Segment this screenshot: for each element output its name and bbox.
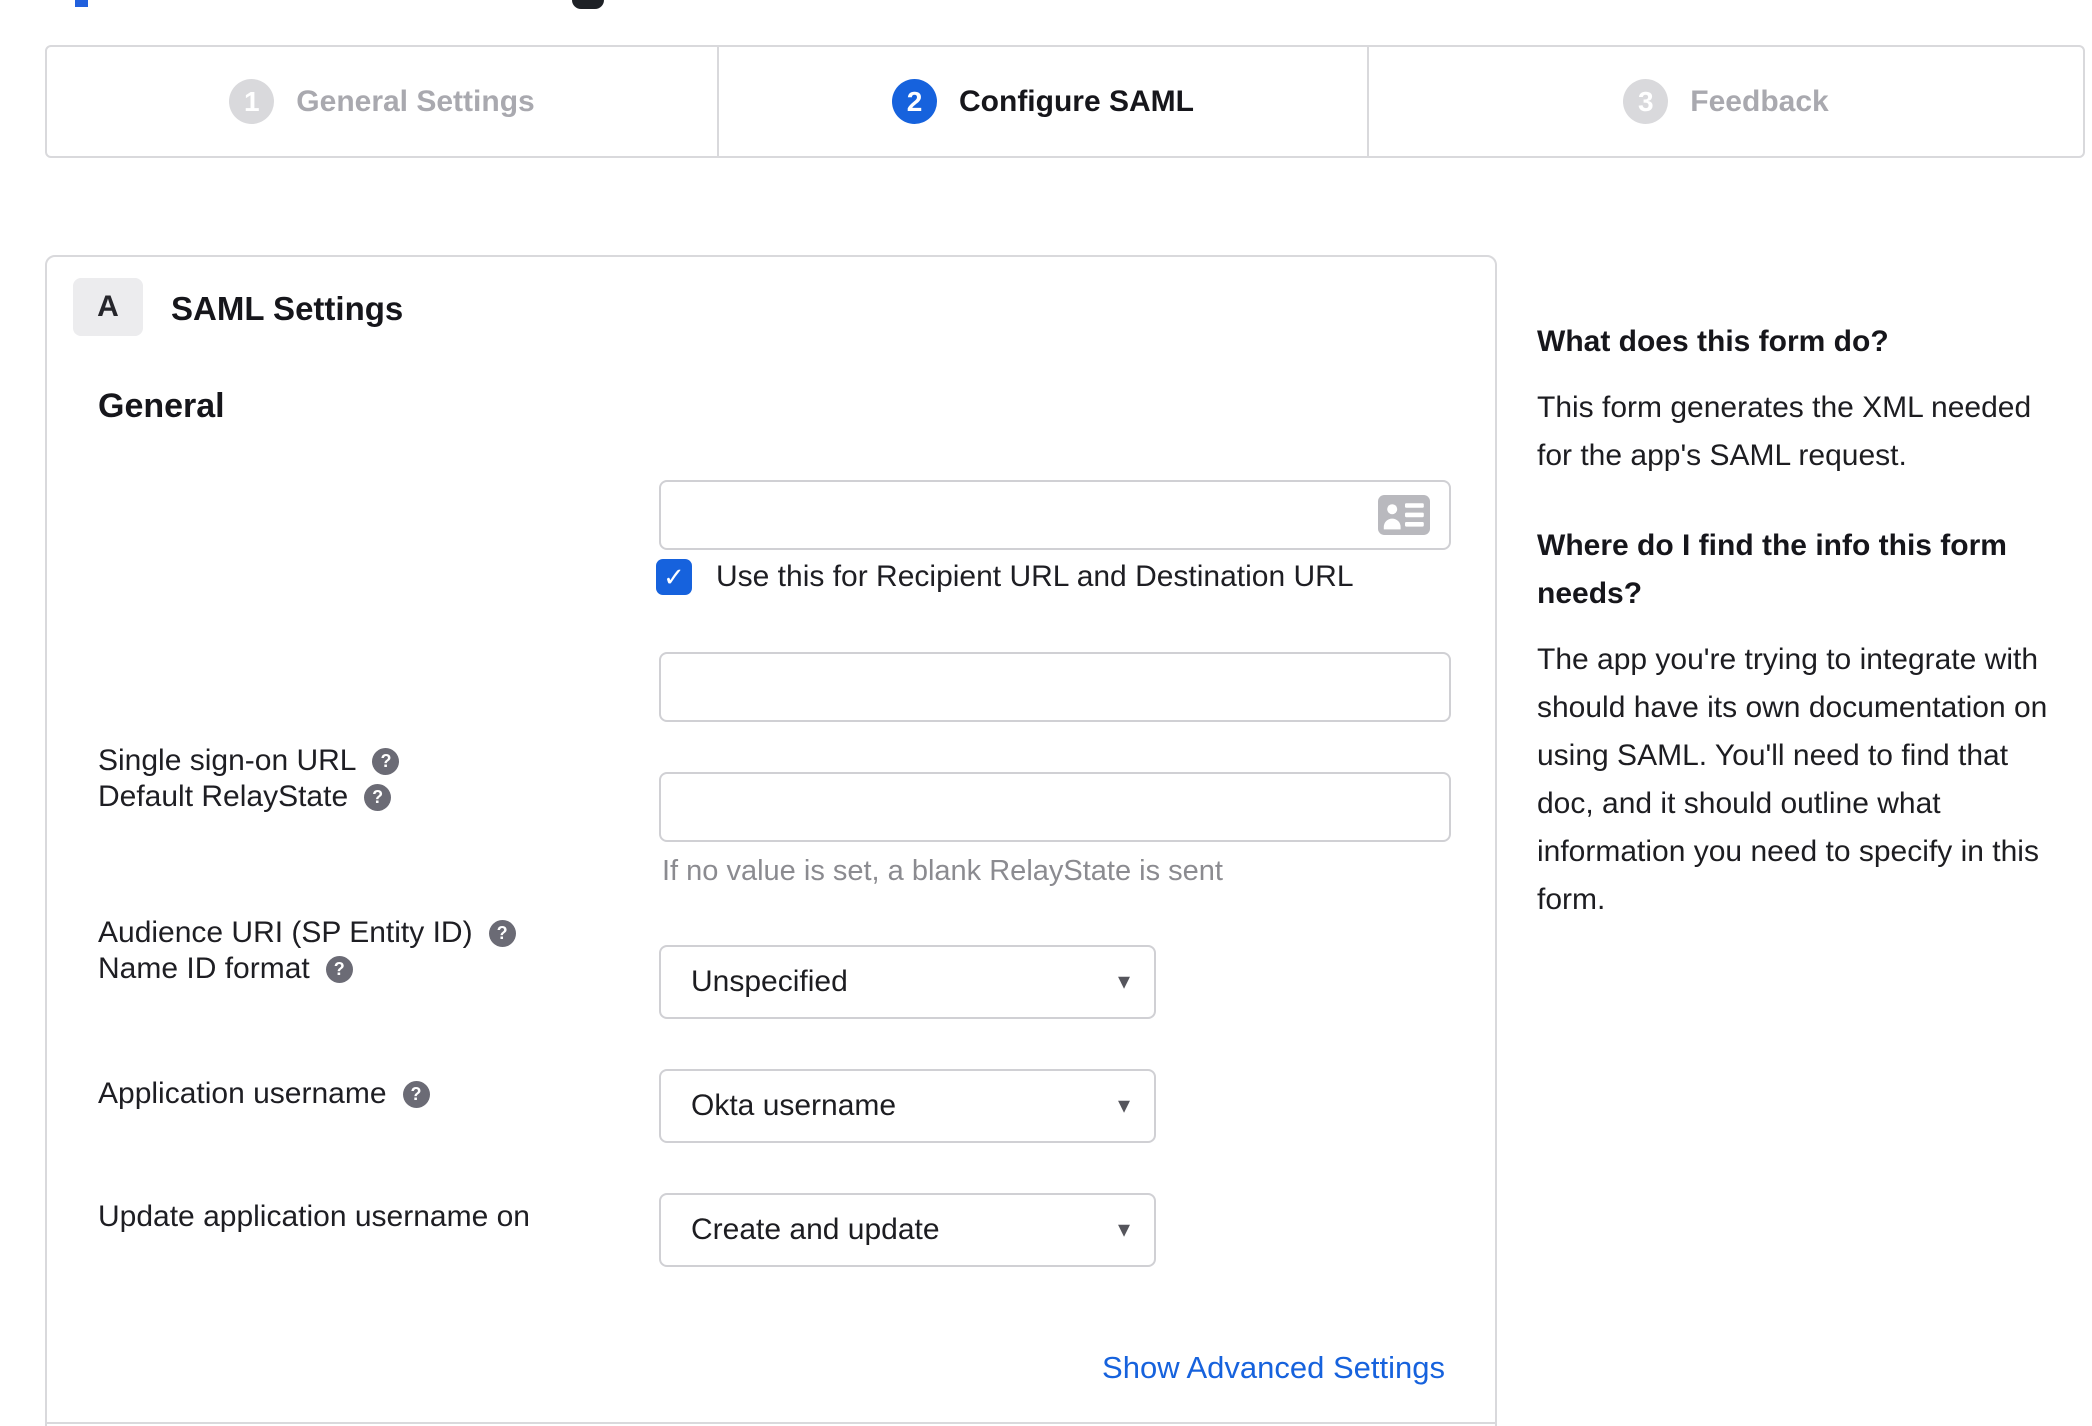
audience-uri-input[interactable] bbox=[659, 652, 1451, 722]
saml-setup-page: 1 General Settings 2 Configure SAML 3 Fe… bbox=[0, 0, 2092, 1426]
recipient-url-checkbox-label: Use this for Recipient URL and Destinati… bbox=[716, 560, 1354, 593]
name-id-format-label: Name ID format ? bbox=[98, 952, 353, 986]
app-username-select[interactable]: Okta username ▾ bbox=[659, 1069, 1156, 1143]
update-username-label-text: Update application username on bbox=[98, 1200, 530, 1233]
recipient-url-checkbox[interactable]: ✓ bbox=[656, 559, 692, 595]
app-username-label: Application username ? bbox=[98, 1077, 430, 1111]
sidebar-heading-where: Where do I find the info this form needs… bbox=[1537, 529, 2007, 610]
cutoff-dark-logo-fragment bbox=[572, 0, 604, 9]
sidebar-heading-what: What does this form do? bbox=[1537, 325, 1889, 358]
step-number-badge: 2 bbox=[892, 79, 937, 124]
sso-url-label-text: Single sign-on URL bbox=[98, 744, 357, 777]
sidebar-body-what: This form generates the XML needed for t… bbox=[1537, 391, 2032, 472]
show-advanced-settings-link[interactable]: Show Advanced Settings bbox=[1102, 1350, 1445, 1386]
sso-url-input-wrap bbox=[659, 480, 1451, 550]
relay-state-help-icon[interactable]: ? bbox=[364, 783, 392, 811]
audience-uri-label: Audience URI (SP Entity ID) ? bbox=[98, 916, 516, 950]
step-feedback[interactable]: 3 Feedback bbox=[1369, 47, 2083, 156]
saml-settings-panel: A SAML Settings General Single sign-on U… bbox=[45, 255, 1497, 1426]
step-label: Configure SAML bbox=[959, 84, 1194, 118]
section-divider bbox=[47, 1422, 1495, 1424]
step-number-badge: 1 bbox=[229, 79, 275, 124]
step-label: General Settings bbox=[296, 84, 535, 118]
relay-state-input[interactable] bbox=[659, 772, 1451, 842]
step-label: Feedback bbox=[1690, 84, 1829, 118]
relay-state-label-text: Default RelayState bbox=[98, 780, 349, 813]
update-username-select[interactable]: Create and update ▾ bbox=[659, 1193, 1156, 1267]
relay-state-label: Default RelayState ? bbox=[98, 780, 392, 814]
sso-url-label: Single sign-on URL ? bbox=[98, 744, 400, 778]
help-sidebar: What does this form do? This form genera… bbox=[1537, 318, 2057, 966]
name-id-format-help-icon[interactable]: ? bbox=[325, 955, 353, 983]
wizard-stepper: 1 General Settings 2 Configure SAML 3 Fe… bbox=[45, 45, 2085, 158]
section-title: SAML Settings bbox=[171, 290, 404, 327]
update-username-value: Create and update bbox=[691, 1213, 940, 1246]
audience-uri-label-text: Audience URI (SP Entity ID) bbox=[98, 916, 473, 949]
chevron-down-icon: ▾ bbox=[1117, 1215, 1130, 1243]
app-username-label-text: Application username bbox=[98, 1077, 387, 1110]
app-username-value: Okta username bbox=[691, 1089, 897, 1122]
audience-uri-help-icon[interactable]: ? bbox=[488, 919, 516, 947]
general-group-title: General bbox=[98, 387, 225, 425]
name-id-format-select[interactable]: Unspecified ▾ bbox=[659, 945, 1156, 1019]
cutoff-blue-header-fragment bbox=[75, 0, 88, 7]
recipient-url-checkbox-row: ✓ Use this for Recipient URL and Destina… bbox=[656, 559, 1354, 595]
step-general-settings[interactable]: 1 General Settings bbox=[47, 47, 719, 156]
step-configure-saml[interactable]: 2 Configure SAML bbox=[719, 47, 1369, 156]
sidebar-body-where: The app you're trying to integrate with … bbox=[1537, 643, 2048, 916]
name-id-format-label-text: Name ID format bbox=[98, 952, 310, 985]
section-a-badge: A bbox=[73, 278, 143, 336]
sso-url-input[interactable] bbox=[659, 480, 1451, 550]
step-number-badge: 3 bbox=[1623, 79, 1669, 124]
name-id-format-value: Unspecified bbox=[691, 965, 848, 998]
sso-url-help-icon[interactable]: ? bbox=[372, 747, 400, 775]
update-username-label: Update application username on bbox=[98, 1200, 530, 1234]
chevron-down-icon: ▾ bbox=[1117, 1091, 1130, 1119]
relay-state-hint: If no value is set, a blank RelayState i… bbox=[662, 855, 1223, 887]
chevron-down-icon: ▾ bbox=[1117, 967, 1130, 995]
app-username-help-icon[interactable]: ? bbox=[402, 1080, 430, 1108]
